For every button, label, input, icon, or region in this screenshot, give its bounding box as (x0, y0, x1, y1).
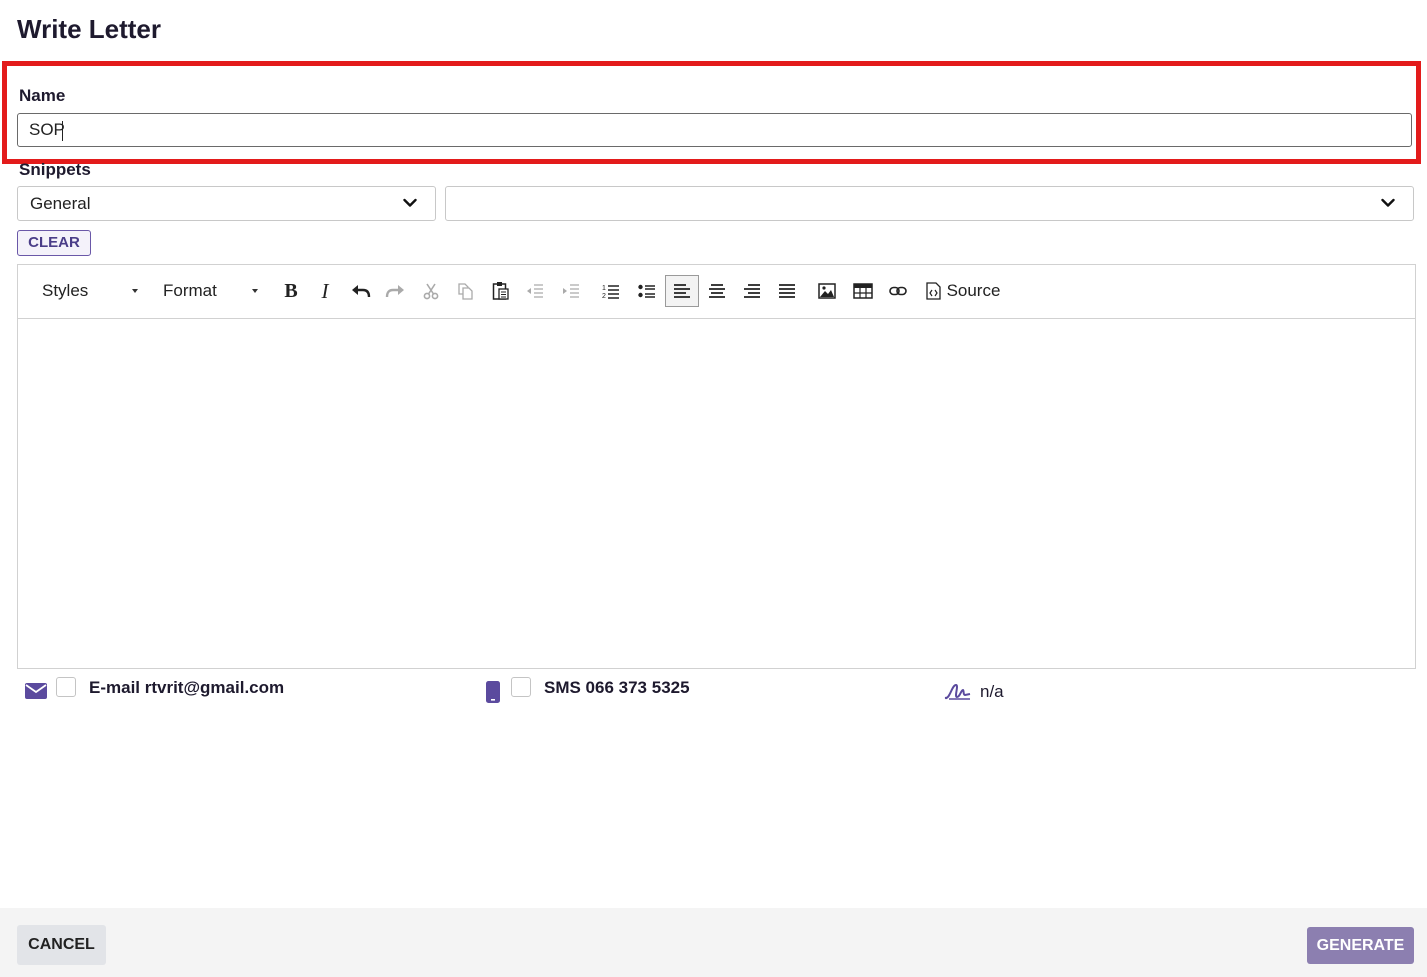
italic-button[interactable]: I (312, 276, 338, 306)
snippet-select[interactable] (445, 186, 1414, 221)
clear-button[interactable]: CLEAR (17, 230, 91, 256)
paste-icon (492, 282, 509, 300)
contact-options: E-mail rtvrit@gmail.com SMS 066 373 5325… (0, 676, 1427, 706)
bulleted-list-icon (638, 284, 655, 298)
format-label: Format (163, 281, 217, 300)
table-button[interactable] (850, 276, 876, 306)
dialog-title: Write Letter (17, 14, 161, 44)
chevron-down-icon (1381, 198, 1395, 207)
source-label: Source (946, 281, 1001, 300)
cut-icon (423, 283, 439, 300)
align-left-button[interactable] (665, 275, 699, 307)
align-center-button[interactable] (704, 276, 730, 306)
italic-icon: I (321, 278, 329, 303)
bold-icon: B (284, 279, 298, 302)
signature-label: n/a (980, 682, 1004, 701)
copy-button[interactable] (452, 276, 478, 306)
numbered-list-icon: 12 (602, 285, 619, 300)
mobile-phone-icon (486, 681, 500, 703)
cancel-button[interactable]: CANCEL (17, 925, 106, 965)
dropdown-arrow-icon (252, 289, 258, 293)
snippet-category-select[interactable]: General (17, 186, 436, 221)
svg-text:1: 1 (602, 285, 606, 292)
undo-button[interactable] (348, 276, 374, 306)
source-icon (925, 282, 941, 300)
link-icon (889, 286, 907, 296)
format-dropdown[interactable]: Format (152, 276, 258, 306)
numbered-list-button[interactable]: 12 (598, 276, 624, 306)
styles-label: Styles (42, 281, 89, 300)
image-icon (818, 283, 836, 299)
svg-text:2: 2 (602, 293, 606, 300)
dialog-footer (0, 908, 1427, 977)
align-center-icon (709, 284, 725, 298)
redo-icon (385, 285, 404, 298)
name-label: Name (19, 86, 66, 105)
indent-icon (563, 284, 579, 298)
envelope-icon (25, 683, 47, 699)
align-right-icon (744, 284, 760, 298)
bold-button[interactable]: B (278, 276, 304, 306)
justify-button[interactable] (774, 276, 800, 306)
chevron-down-icon (403, 198, 417, 207)
justify-icon (779, 284, 795, 298)
indent-button[interactable] (558, 276, 584, 306)
editor-content-area[interactable] (18, 319, 1415, 668)
align-right-button[interactable] (739, 276, 765, 306)
link-button[interactable] (885, 276, 911, 306)
signature-icon (944, 683, 971, 700)
outdent-icon (527, 284, 543, 298)
source-button[interactable]: Source (922, 276, 1004, 306)
undo-icon (352, 285, 371, 298)
redo-button[interactable] (382, 276, 408, 306)
align-left-icon (674, 284, 690, 298)
generate-button[interactable]: GENERATE (1307, 927, 1414, 964)
table-icon (853, 283, 873, 299)
editor-toolbar: Styles Format B I 1 2 Source (18, 265, 1415, 319)
email-contact-label: E-mail rtvrit@gmail.com (89, 678, 285, 697)
sms-contact-label: SMS 066 373 5325 (544, 678, 690, 697)
rich-text-editor: Styles Format B I 1 2 Source (17, 264, 1416, 669)
styles-dropdown[interactable]: Styles (30, 276, 138, 306)
bulleted-list-button[interactable] (634, 276, 660, 306)
snippets-label: Snippets (19, 160, 91, 179)
copy-icon (458, 283, 473, 300)
sms-checkbox[interactable] (511, 677, 531, 697)
snippet-category-value: General (30, 194, 91, 213)
name-input[interactable] (17, 113, 1412, 147)
email-checkbox[interactable] (56, 677, 76, 697)
text-caret (62, 121, 63, 141)
image-button[interactable] (814, 276, 840, 306)
dropdown-arrow-icon (132, 289, 138, 293)
paste-button[interactable] (488, 276, 514, 306)
cut-button[interactable] (418, 276, 444, 306)
outdent-button[interactable] (522, 276, 548, 306)
